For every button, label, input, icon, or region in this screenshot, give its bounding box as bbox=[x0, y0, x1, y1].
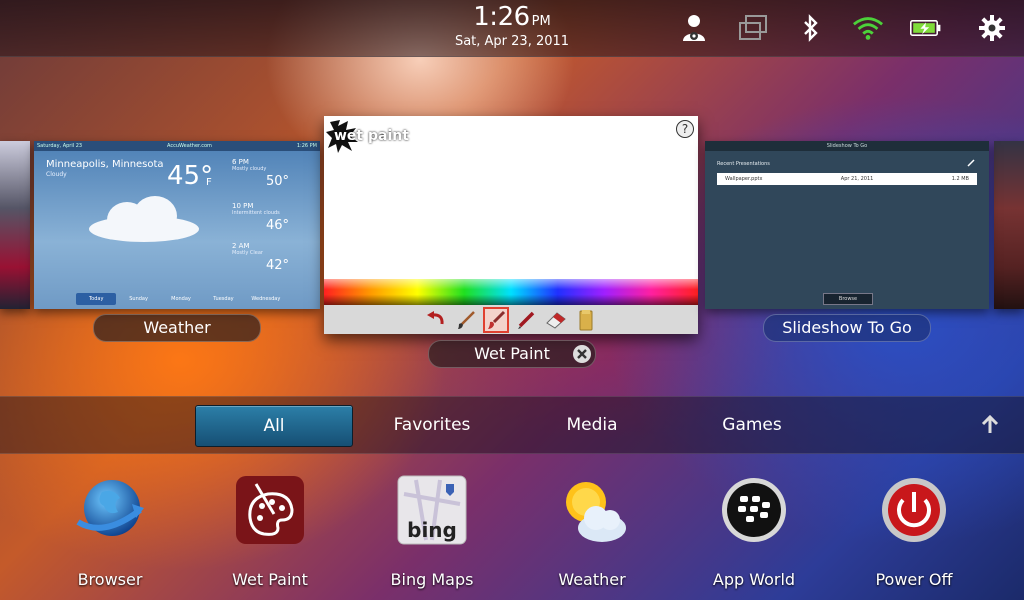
app-app-world[interactable]: App World bbox=[694, 470, 814, 600]
slideshow-card-label[interactable]: Slideshow To Go bbox=[763, 314, 931, 342]
forecast-1-cond: Mostly cloudy bbox=[232, 166, 267, 172]
weather-day-tab: Sunday bbox=[129, 296, 148, 302]
weather-city: Minneapolis, Minnesota bbox=[46, 159, 164, 170]
app-name: Weather bbox=[558, 570, 626, 589]
arrow-up-icon[interactable] bbox=[978, 413, 1002, 437]
forecast-3-cond: Mostly Clear bbox=[232, 250, 263, 256]
app-bing-maps[interactable]: bing Bing Maps bbox=[372, 470, 492, 600]
status-bar: 1:26 PM Sat, Apr 23, 2011 bbox=[0, 0, 1024, 57]
battery-icon[interactable] bbox=[910, 12, 942, 44]
slideshow-header: Slideshow To Go bbox=[705, 141, 989, 151]
bing-logo-text: bing bbox=[407, 518, 457, 542]
user-settings-icon[interactable] bbox=[678, 12, 710, 44]
folder-icon[interactable] bbox=[575, 309, 597, 331]
clock-ampm: PM bbox=[531, 14, 551, 29]
app-name: Browser bbox=[77, 570, 143, 589]
weather-card[interactable]: Saturday, April 23 AccuWeather.com 1:26 … bbox=[34, 141, 320, 309]
weather-header-time: 1:26 PM bbox=[296, 143, 317, 149]
recent-presentations-title: Recent Presentations bbox=[717, 161, 770, 167]
forecast-2-cond: Intermittent clouds bbox=[232, 210, 280, 216]
forecast-2: 10 PM Intermittent clouds 46° bbox=[232, 202, 289, 233]
browser-globe-icon bbox=[76, 480, 144, 536]
app-name: Wet Paint bbox=[232, 570, 308, 589]
tab-favorites[interactable]: Favorites bbox=[354, 405, 510, 445]
app-wet-paint[interactable]: Wet Paint bbox=[210, 470, 330, 600]
tab-all[interactable]: All bbox=[195, 405, 353, 447]
presentation-name: Wallpaper.pptx bbox=[725, 176, 763, 182]
app-browser[interactable]: Browser bbox=[50, 470, 170, 600]
wetpaint-card-label[interactable]: Wet Paint bbox=[428, 340, 596, 368]
presentation-date: Apr 21, 2011 bbox=[840, 176, 874, 182]
weather-header-date: Saturday, April 23 bbox=[37, 143, 83, 149]
wifi-icon[interactable] bbox=[852, 12, 884, 44]
clock-time: 1:26 bbox=[473, 2, 530, 32]
help-button[interactable]: ? bbox=[676, 120, 694, 138]
bluetooth-icon[interactable] bbox=[795, 12, 827, 44]
undo-icon[interactable] bbox=[425, 309, 447, 331]
forecast-3: 2 AM Mostly Clear 42° bbox=[232, 242, 289, 273]
weather-day-tab: Today bbox=[76, 293, 117, 305]
forecast-3-time: 2 AM bbox=[232, 242, 250, 250]
weather-unit: F bbox=[206, 177, 212, 188]
forecast-1-time: 6 PM bbox=[232, 158, 249, 166]
browse-button[interactable]: Browse bbox=[823, 293, 873, 305]
weather-condition: Cloudy bbox=[46, 171, 67, 178]
weather-card-header: Saturday, April 23 AccuWeather.com 1:26 … bbox=[34, 141, 320, 151]
paintbrush-icon[interactable] bbox=[483, 306, 509, 333]
forecast-2-time: 10 PM bbox=[232, 202, 254, 210]
right-partial-card[interactable] bbox=[994, 141, 1024, 309]
pencil-icon[interactable] bbox=[515, 309, 537, 331]
close-icon[interactable] bbox=[573, 345, 591, 363]
app-power-off[interactable]: Power Off bbox=[854, 470, 974, 600]
blackberry-logo-icon bbox=[722, 478, 786, 542]
slideshow-card[interactable]: Slideshow To Go Recent Presentations Wal… bbox=[705, 141, 989, 309]
color-spectrum[interactable] bbox=[324, 279, 698, 305]
forecast-1: 6 PM Mostly cloudy 50° bbox=[232, 158, 289, 189]
wet-paint-palette-icon bbox=[236, 476, 304, 544]
paint-toolbar bbox=[324, 305, 698, 334]
wetpaint-card-label-text: Wet Paint bbox=[474, 344, 550, 363]
weather-day-tab: Wednesday bbox=[251, 296, 281, 302]
window-switcher-icon[interactable] bbox=[737, 12, 769, 44]
app-name: Power Off bbox=[875, 570, 953, 589]
app-name: Bing Maps bbox=[390, 570, 474, 589]
cloud-icon bbox=[89, 196, 199, 242]
weather-card-label[interactable]: Weather bbox=[93, 314, 261, 342]
forecast-2-temp: 46° bbox=[266, 218, 290, 233]
tab-games[interactable]: Games bbox=[674, 405, 830, 445]
presentation-size: 1.2 MB bbox=[951, 176, 969, 182]
tab-media[interactable]: Media bbox=[514, 405, 670, 445]
sun-cloud-icon bbox=[566, 482, 626, 542]
forecast-1-temp: 50° bbox=[266, 174, 290, 189]
wetpaint-card[interactable]: wet paint ? bbox=[324, 116, 698, 334]
tab-bar: All Favorites Media Games bbox=[0, 396, 1024, 454]
weather-day-tabs: Today Sunday Monday Tuesday Wednesday bbox=[76, 293, 286, 305]
weather-day-tab: Tuesday bbox=[213, 296, 234, 302]
edit-icon[interactable] bbox=[967, 159, 975, 167]
app-weather[interactable]: Weather bbox=[532, 470, 652, 600]
forecast-3-temp: 42° bbox=[266, 258, 290, 273]
settings-gear-icon[interactable] bbox=[976, 12, 1008, 44]
weather-header-source: AccuWeather.com bbox=[167, 143, 212, 149]
wetpaint-logo: wet paint bbox=[334, 128, 409, 144]
weather-day-tab: Monday bbox=[171, 296, 191, 302]
brush-icon[interactable] bbox=[455, 309, 477, 331]
power-icon bbox=[882, 478, 946, 542]
left-partial-card[interactable] bbox=[0, 141, 30, 309]
presentation-row[interactable]: Wallpaper.pptx Apr 21, 2011 1.2 MB bbox=[717, 173, 977, 185]
app-name: App World bbox=[712, 570, 796, 589]
eraser-icon[interactable] bbox=[545, 309, 567, 331]
